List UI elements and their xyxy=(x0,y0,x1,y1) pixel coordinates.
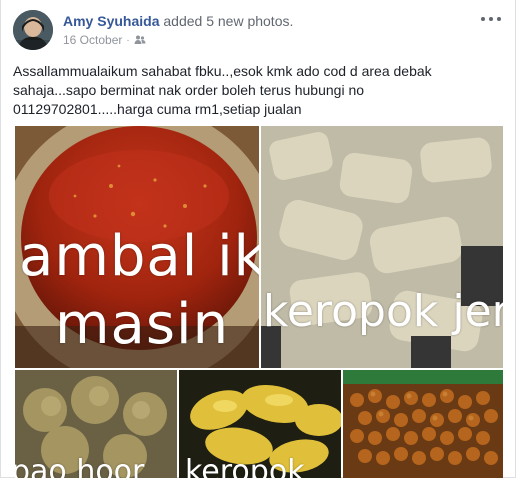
photo-caption-line: keropok jerin xyxy=(263,286,503,337)
post-photo-1[interactable]: ambal ika masin xyxy=(15,126,259,368)
avatar[interactable] xyxy=(13,10,53,50)
post-photo-4[interactable]: keropok xyxy=(179,370,341,478)
avatar-image xyxy=(13,10,53,50)
peanuts-bag-image xyxy=(343,370,503,478)
more-options-icon[interactable] xyxy=(481,12,501,26)
meta-separator: · xyxy=(126,34,130,46)
photo-caption-line: keropok xyxy=(185,454,305,478)
feed-post: Amy Syuhaida added 5 new photos. 16 Octo… xyxy=(0,0,516,478)
post-photo-5[interactable] xyxy=(343,370,503,478)
post-photo-2[interactable]: keropok jerin xyxy=(261,126,503,368)
post-action-text: added 5 new photos. xyxy=(163,13,294,29)
post-header: Amy Syuhaida added 5 new photos. xyxy=(63,12,293,30)
more-dot xyxy=(497,17,501,21)
photo-caption-line: masin xyxy=(55,292,230,357)
more-dot xyxy=(489,17,493,21)
photo-caption-line: ambal ika xyxy=(19,224,259,289)
more-dot xyxy=(481,17,485,21)
post-body-text: Assallammualaikum sahabat fbku..,esok km… xyxy=(13,63,432,117)
post-photo-3[interactable]: pao hoor xyxy=(15,370,177,478)
author-name-link[interactable]: Amy Syuhaida xyxy=(63,13,159,29)
post-timestamp-link[interactable]: 16 October xyxy=(63,33,122,47)
friends-icon[interactable] xyxy=(134,34,146,46)
photo-caption-line: pao hoor xyxy=(15,454,145,478)
post-meta: 16 October · xyxy=(63,33,146,47)
